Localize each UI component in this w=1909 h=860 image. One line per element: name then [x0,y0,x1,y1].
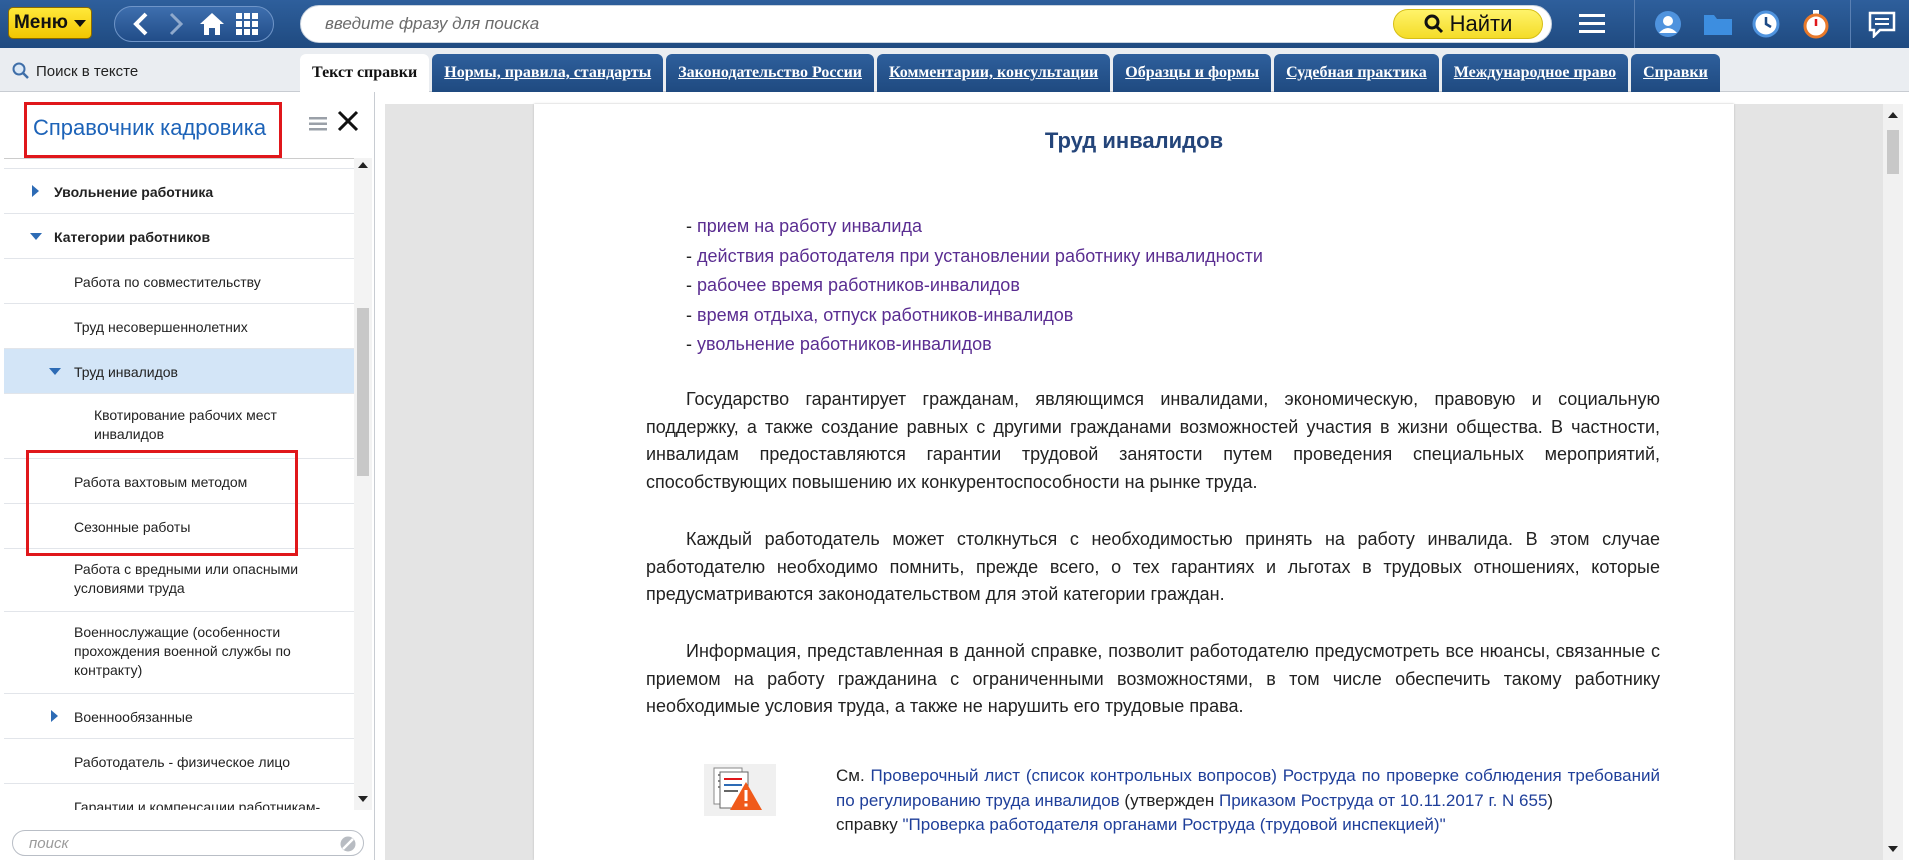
tree-item-minors[interactable]: Труд несовершеннолетних [4,304,354,349]
tree-item-reservists[interactable]: Военнообязанные [4,694,354,739]
search-bar: Найти [300,5,1552,43]
tree-item-individual-employer[interactable]: Работодатель - физическое лицо [4,739,354,784]
clear-search-icon[interactable] [339,835,357,858]
tab-international-law[interactable]: Международное право [1441,54,1629,92]
see-prefix: См. [836,766,865,785]
paragraph: Каждый работодатель может столкнуться с … [646,529,1660,604]
tree-item-disabled-labor[interactable]: Труд инвалидов [4,349,354,394]
scrollbar-thumb[interactable] [1887,130,1899,174]
tab-references[interactable]: Справки [1631,54,1720,92]
toc-links: - прием на работу инвалида - действия ра… [686,212,1263,360]
magnifier-icon [1424,14,1443,34]
toc-item: - увольнение работников-инвалидов [686,334,992,354]
tree-item-worker-categories[interactable]: Категории работников [4,214,354,259]
see-line2-prefix: справку [836,815,898,834]
search-icon [12,62,29,79]
tab-legislation[interactable]: Законодательство России [666,54,874,92]
sidebar-search [12,830,364,856]
tab-norms[interactable]: Нормы, правила, стандарты [432,54,664,92]
tab-comments[interactable]: Комментарии, консультации [877,54,1111,92]
document-title: Труд инвалидов [1044,128,1224,153]
scroll-up-icon[interactable] [358,162,368,168]
search-input[interactable] [325,10,1385,38]
menu-button-label: Меню [13,12,69,33]
collapse-arrow-icon[interactable] [49,368,61,375]
tree-item-guarantees[interactable]: Гарантии и компенсации работникам- [4,784,354,810]
user-icon[interactable] [1652,8,1684,40]
tree-item-partial[interactable] [4,159,354,169]
scroll-down-icon[interactable] [358,796,368,802]
see-mid-text: (утвержден [1124,790,1215,810]
sidebar-header: Справочник кадровика [0,92,375,158]
content-scrollbar[interactable] [1883,104,1903,860]
toolbar-divider [1850,0,1851,48]
history-clock-icon[interactable] [1750,8,1782,40]
forward-icon[interactable] [160,9,192,39]
close-icon[interactable] [336,108,360,140]
toc-item: - действия работодателя при установлении… [686,245,1263,266]
home-icon[interactable] [196,9,228,39]
expand-arrow-icon[interactable] [32,185,39,197]
stopwatch-icon[interactable] [1800,8,1832,40]
inspection-link[interactable]: "Проверка работодателя органами Роструда… [903,815,1446,834]
order-link[interactable]: Приказом Роструда от 10.11.2017 г. N 655 [1219,791,1547,810]
expand-arrow-icon[interactable] [51,710,58,722]
menu-button[interactable]: Меню [8,7,92,39]
tree-item-part-time[interactable]: Работа по совместительству [4,259,354,304]
toc-link[interactable]: увольнение работников-инвалидов [697,334,992,354]
tabs-row: Поиск в тексте Текст справки Нормы, прав… [0,48,1909,92]
toc-item: - прием на работу инвалида [686,216,922,236]
document-page: Труд инвалидов - прием на работу инвалид… [534,104,1734,860]
see-close-text: ) [1547,790,1554,810]
top-toolbar: Меню Найти [0,0,1909,48]
toc-link[interactable]: рабочее время работников-инвалидов [697,275,1020,295]
search-in-text-label: Поиск в тексте [36,62,139,80]
list-menu-icon[interactable] [309,116,327,137]
toc-link[interactable]: действия работодателя при установлении р… [697,246,1263,266]
sidebar-scrollbar[interactable] [354,158,372,810]
find-button-label: Найти [1449,11,1513,36]
scroll-up-icon[interactable] [1888,112,1898,118]
search-in-text-button[interactable]: Поиск в тексте [12,62,138,80]
tree-item-hazardous[interactable]: Работа с вредными или опасными условиями… [4,549,354,612]
collapse-arrow-icon[interactable] [30,233,42,240]
navigation-group [114,6,274,42]
sidebar: Справочник кадровика Увольнение работник… [0,92,375,860]
back-icon[interactable] [125,9,157,39]
see-also-block: См. Проверочный лист (список контрольных… [836,764,1660,838]
hamburger-icon[interactable] [1576,8,1608,40]
toc-link[interactable]: прием на работу инвалида [697,216,922,236]
sidebar-search-input[interactable] [29,834,329,852]
highlight-box [26,450,298,556]
toc-link[interactable]: время отдыха, отпуск работников-инвалидо… [697,305,1073,325]
find-button[interactable]: Найти [1393,9,1543,39]
tree-item-dismissal[interactable]: Увольнение работника [4,169,354,214]
toolbar-divider [1634,0,1635,48]
tab-forms[interactable]: Образцы и формы [1113,54,1272,92]
sidebar-title: Справочник кадровика [24,102,282,158]
tab-court-practice[interactable]: Судебная практика [1274,54,1439,92]
paragraph: Информация, представленная в данной спра… [646,641,1660,716]
tab-text[interactable]: Текст справки [300,54,430,92]
toc-item: - рабочее время работников-инвалидов [686,275,1020,295]
grid-icon[interactable] [231,9,263,39]
scrollbar-thumb[interactable] [357,308,369,476]
document-tabs: Текст справки Нормы, правила, стандарты … [300,54,1723,92]
folder-icon[interactable] [1702,8,1734,40]
tree-item-military[interactable]: Военнослужащие (особенности прохождения … [4,612,354,694]
scroll-down-icon[interactable] [1888,846,1898,852]
warning-document-icon [704,764,776,816]
toc-item: - время отдыха, отпуск работников-инвали… [686,304,1074,325]
menu-dropdown-icon [74,19,87,27]
paragraph: Государство гарантирует гражданам, являю… [646,389,1660,492]
feedback-icon[interactable] [1866,8,1898,40]
